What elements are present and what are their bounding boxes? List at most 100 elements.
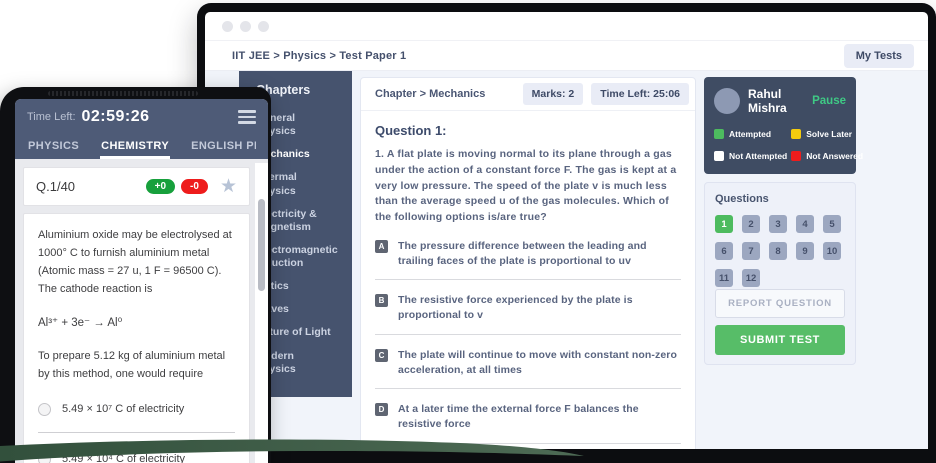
speaker-grille-icon: [48, 91, 198, 96]
question-tile-8[interactable]: 8: [769, 242, 787, 260]
question-tile-10[interactable]: 10: [823, 242, 841, 260]
divider: [38, 432, 235, 433]
attempted-swatch: [714, 129, 724, 139]
browser-window: IIT JEE > Physics > Test Paper 1 My Test…: [197, 3, 936, 463]
question-counter: Q.1/40: [36, 179, 75, 194]
time-left-badge: Time Left: 25:06: [591, 83, 689, 105]
window-dot-icon[interactable]: [222, 21, 233, 32]
question-tile-6[interactable]: 6: [715, 242, 733, 260]
option-text: The resistive force experienced by the p…: [398, 293, 681, 323]
bookmark-star-icon[interactable]: ★: [220, 177, 237, 196]
browser-viewport: IIT JEE > Physics > Test Paper 1 My Test…: [205, 12, 928, 449]
phone-time-row: Time Left: 02:59:26: [27, 108, 256, 126]
questions-panel: Questions 123456789101112 REPORT QUESTIO…: [704, 182, 856, 365]
answer-option-d[interactable]: D At a later time the external force F ba…: [375, 391, 681, 443]
question-tile-5[interactable]: 5: [823, 215, 841, 233]
answer-option-row: B The resistive force experienced by the …: [375, 282, 681, 323]
window-dot-icon[interactable]: [240, 21, 251, 32]
positive-marks-badge: +0: [146, 179, 175, 194]
scrollbar-track[interactable]: [255, 163, 268, 463]
phone-tab-physics[interactable]: PHYSICS: [27, 135, 80, 159]
my-tests-button[interactable]: My Tests: [844, 44, 914, 68]
legend-item-attempted: Attempted: [714, 129, 787, 139]
option-radio[interactable]: [38, 403, 51, 416]
phone-option-text: 5.49 × 10⁴ C of electricity: [62, 453, 185, 463]
answer-options: A The pressure difference between the lea…: [375, 228, 681, 444]
question-text: 1. A flat plate is moving normal to its …: [375, 147, 681, 226]
breadcrumb[interactable]: IIT JEE > Physics > Test Paper 1: [232, 50, 406, 62]
phone-option-row: 5.49 × 10⁴ C of electricity: [38, 453, 235, 463]
answer-option-b[interactable]: B The resistive force experienced by the …: [375, 282, 681, 334]
phone-question-card: Aluminium oxide may be electrolysed at 1…: [23, 213, 250, 463]
question-tile-4[interactable]: 4: [796, 215, 814, 233]
question-card: Chapter > Mechanics Marks: 2 Time Left: …: [360, 77, 696, 449]
report-question-button[interactable]: REPORT QUESTION: [715, 289, 845, 318]
divider: [375, 334, 681, 335]
option-text: The pressure difference between the lead…: [398, 239, 681, 269]
divider: [375, 279, 681, 280]
user-name: Rahul Mishra: [748, 87, 804, 115]
answer-option-c[interactable]: CThe plate will continue to move with co…: [375, 337, 681, 389]
option-text: At a later time the external force F bal…: [398, 402, 681, 432]
hamburger-menu-icon[interactable]: [238, 110, 256, 124]
top-bar: IIT JEE > Physics > Test Paper 1 My Test…: [205, 40, 928, 71]
legend-label: Not Attempted: [729, 151, 787, 161]
answer-option-row: CThe plate will continue to move with co…: [375, 337, 681, 378]
time-left-label: Time Left:: [27, 111, 76, 123]
option-letter-badge: D: [375, 403, 388, 416]
questions-title: Questions: [715, 193, 845, 205]
answer-option-a[interactable]: A The pressure difference between the lea…: [375, 228, 681, 280]
question-number: 1.: [375, 148, 384, 160]
not-answered-swatch: [791, 151, 801, 161]
question-meta-bar: Q.1/40 +0 -0 ★: [23, 167, 250, 206]
phone-option-row: 5.49 × 10⁷ C of electricity: [38, 403, 235, 416]
answer-option-row: A The pressure difference between the lea…: [375, 228, 681, 269]
avatar: [714, 88, 740, 114]
pause-button[interactable]: Pause: [812, 95, 846, 107]
profile-card: Rahul Mishra Pause AttemptedSolve LaterN…: [704, 77, 856, 174]
phone-options: 5.49 × 10⁷ C of electricity 5.49 × 10⁴ C …: [38, 403, 235, 463]
option-letter-badge: A: [375, 240, 388, 253]
legend-label: Not Answered: [806, 151, 863, 161]
legend-item-solve-later: Solve Later: [791, 129, 863, 139]
phone-option-text: 5.49 × 10⁷ C of electricity: [62, 403, 184, 415]
time-left-value: 02:59:26: [82, 108, 150, 126]
question-card-header: Chapter > Mechanics Marks: 2 Time Left: …: [361, 78, 695, 111]
question-tile-9[interactable]: 9: [796, 242, 814, 260]
solve-later-swatch: [791, 129, 801, 139]
reaction-equation: Al³⁺ + 3e⁻ → Al⁰: [38, 315, 235, 329]
scrollbar-thumb[interactable]: [258, 199, 265, 291]
option-text: The plate will continue to move with con…: [398, 348, 681, 378]
question-tile-7[interactable]: 7: [742, 242, 760, 260]
divider: [375, 443, 681, 444]
question-text-body: A flat plate is moving normal to its pla…: [375, 148, 676, 223]
submit-test-button[interactable]: SUBMIT TEST: [715, 325, 845, 355]
option-radio[interactable]: [38, 453, 51, 463]
question-title: Question 1:: [375, 123, 681, 138]
question-tile-1[interactable]: 1: [715, 215, 733, 233]
right-panel: Rahul Mishra Pause AttemptedSolve LaterN…: [704, 77, 856, 365]
question-tile-12[interactable]: 12: [742, 269, 760, 287]
phone-screen: Time Left: 02:59:26 PHYSICS CHEMISTRY ENGL…: [15, 99, 268, 463]
question-tile-2[interactable]: 2: [742, 215, 760, 233]
legend-item-not-attempted: Not Attempted: [714, 151, 787, 161]
phone-question-text: Aluminium oxide may be electrolysed at 1…: [38, 226, 235, 299]
legend-item-not-answered: Not Answered: [791, 151, 863, 161]
page: IIT JEE > Physics > Test Paper 1 My Test…: [0, 0, 936, 463]
chapter-breadcrumb: Chapter > Mechanics: [375, 88, 515, 100]
question-tile-11[interactable]: 11: [715, 269, 733, 287]
phone-body: Q.1/40 +0 -0 ★ Aluminium oxide may be el…: [15, 159, 268, 463]
question-number-grid: 123456789101112: [715, 215, 845, 287]
answer-option-row: D At a later time the external force F ba…: [375, 391, 681, 432]
phone-answer-option[interactable]: 5.49 × 10⁷ C of electricity: [38, 403, 235, 433]
profile-row: Rahul Mishra Pause: [714, 87, 846, 115]
question-tile-3[interactable]: 3: [769, 215, 787, 233]
phone-tab-chemistry[interactable]: CHEMISTRY: [100, 135, 170, 159]
marks-badge: Marks: 2: [523, 83, 584, 105]
negative-marks-badge: -0: [181, 179, 208, 194]
option-letter-badge: B: [375, 294, 388, 307]
phone-answer-option[interactable]: 5.49 × 10⁴ C of electricity: [38, 453, 235, 463]
phone-tab-english-proficiency[interactable]: ENGLISH PROFICIENCY: [190, 135, 256, 159]
window-dot-icon[interactable]: [258, 21, 269, 32]
question-body: Question 1: 1. A flat plate is moving no…: [361, 111, 695, 449]
